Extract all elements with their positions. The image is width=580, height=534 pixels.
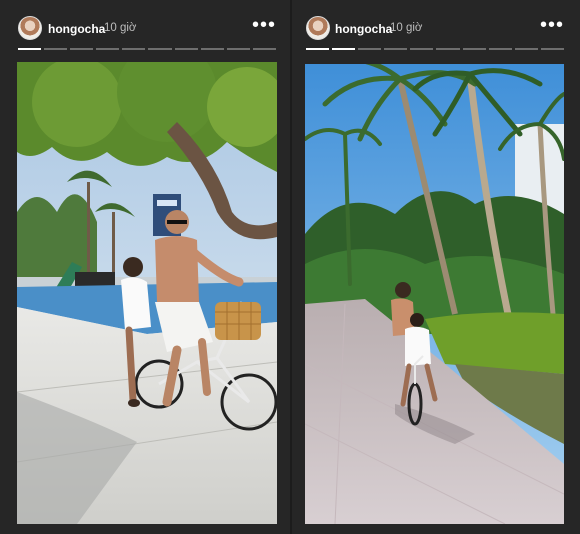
story-photo-palm-path (305, 64, 564, 524)
story-panel-left[interactable]: hongocha 10 giờ ••• (0, 0, 291, 534)
story-header: hongocha 10 giờ ••• (0, 12, 291, 44)
progress-segment (148, 48, 172, 50)
username[interactable]: hongocha (335, 22, 392, 36)
more-options-icon[interactable]: ••• (540, 15, 564, 35)
progress-segment (384, 48, 408, 50)
progress-segment (70, 48, 94, 50)
progress-segment (226, 48, 250, 50)
progress-segment (436, 48, 460, 50)
avatar[interactable] (18, 16, 42, 40)
progress-segment (200, 48, 224, 50)
progress-segment (410, 48, 434, 50)
progress-segment (122, 48, 146, 50)
progress-segment (252, 48, 276, 50)
story-photo-cyclist-park (17, 62, 277, 524)
progress-segment (514, 48, 538, 50)
progress-segment (358, 48, 382, 50)
progress-segment (462, 48, 486, 50)
story-header: hongocha 10 giờ ••• (292, 12, 580, 44)
story-image[interactable] (305, 64, 564, 524)
story-panel-right[interactable]: hongocha 10 giờ ••• (292, 0, 580, 534)
post-time: 10 giờ (104, 22, 137, 34)
progress-segment (332, 48, 356, 50)
story-progress-bar (18, 48, 276, 50)
username[interactable]: hongocha (48, 22, 105, 36)
progress-segment (540, 48, 564, 50)
progress-segment (18, 48, 42, 50)
story-image[interactable] (17, 62, 277, 524)
progress-segment (306, 48, 330, 50)
progress-segment (174, 48, 198, 50)
post-time: 10 giờ (390, 22, 423, 34)
progress-segment (96, 48, 120, 50)
progress-segment (44, 48, 68, 50)
progress-segment (488, 48, 512, 50)
more-options-icon[interactable]: ••• (252, 15, 276, 35)
avatar[interactable] (306, 16, 330, 40)
story-progress-bar (306, 48, 564, 50)
